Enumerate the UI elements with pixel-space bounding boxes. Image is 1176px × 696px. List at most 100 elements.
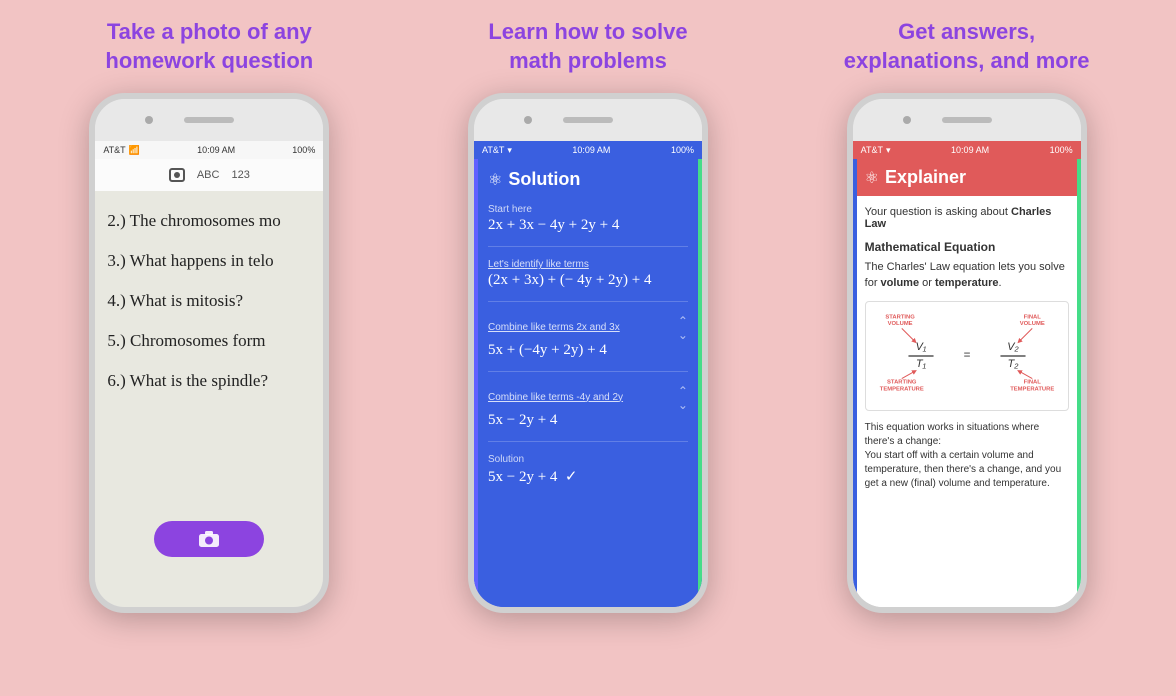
phone-2-camera-dot [524, 116, 532, 124]
step-1-expr: 2x + 3x − 4y + 2y + 4 [488, 217, 688, 234]
phone-3-status-bar: AT&T ▾ 10:09 AM 100% [853, 141, 1081, 159]
solution-final-expr: 5x − 2y + 4 ✓ [488, 467, 688, 486]
hw-item-5: 6.) What is the spindle? [107, 361, 311, 401]
wifi-icon-2: ▾ [507, 145, 512, 156]
svg-text:TEMPERATURE: TEMPERATURE [1010, 386, 1054, 392]
phone-3: AT&T ▾ 10:09 AM 100% ⚛ Explainer Your qu… [847, 93, 1087, 613]
accent-right-2 [698, 159, 702, 607]
battery-1: 100% [292, 145, 315, 155]
hw-item-1: 2.) The chromosomes mo [107, 201, 311, 241]
column-1-title: Take a photo of any homework question [105, 18, 313, 75]
math-eq-title: Mathematical Equation [865, 240, 1069, 254]
explainer-intro: Your question is asking about Charles La… [865, 206, 1069, 230]
step-4-label: Combine like terms -4y and 2y [488, 392, 623, 403]
explainer-body: Your question is asking about Charles La… [853, 196, 1081, 607]
divider-2 [488, 301, 688, 302]
divider-3 [488, 371, 688, 372]
step-1-label: Start here [488, 204, 688, 215]
step-2-expr: (2x + 3x) + (− 4y + 2y) + 4 [488, 272, 688, 289]
accent-left-2 [474, 159, 478, 607]
column-2: Learn how to solve math problems AT&T ▾ … [408, 18, 768, 613]
phone-2: AT&T ▾ 10:09 AM 100% ⚛ Solution [468, 93, 708, 613]
camera-small-icon [169, 168, 185, 182]
solution-step-1: Start here 2x + 3x − 4y + 2y + 4 [488, 204, 688, 234]
time-1: 10:09 AM [197, 145, 235, 155]
carrier-2: AT&T [482, 145, 504, 155]
divider-4 [488, 441, 688, 442]
hw-item-3: 4.) What is mitosis? [107, 281, 311, 321]
battery-3: 100% [1050, 145, 1073, 155]
toolbar-text-123: 123 [231, 169, 249, 181]
svg-text:TEMPERATURE: TEMPERATURE [879, 386, 923, 392]
explainer-footer: This equation works in situations where … [865, 421, 1069, 491]
phone-3-speaker [942, 117, 992, 123]
explainer-logo-icon: ⚛ [865, 168, 879, 188]
camera-toolbar: ABC 123 [95, 159, 323, 191]
svg-text:STARTING: STARTING [887, 380, 917, 386]
hw-item-2: 3.) What happens in telo [107, 241, 311, 281]
column-2-title: Learn how to solve math problems [488, 18, 687, 75]
svg-text:VOLUME: VOLUME [887, 321, 912, 327]
temperature-label: temperature [935, 277, 999, 289]
divider-1 [488, 246, 688, 247]
carrier-3: AT&T [861, 145, 883, 155]
explainer-title: Explainer [885, 167, 966, 188]
step-4-expr: 5x − 2y + 4 [488, 412, 688, 429]
svg-text:STARTING: STARTING [885, 314, 915, 320]
svg-text:FINAL: FINAL [1023, 314, 1041, 320]
volume-label: volume [881, 277, 920, 289]
phone-2-top [474, 99, 702, 141]
hw-item-4: 5.) Chromosomes form [107, 321, 311, 361]
phone-1-screen: ABC 123 2.) The chromosomes mo 3.) What … [95, 159, 323, 607]
explainer-header: ⚛ Explainer [853, 159, 1081, 196]
camera-button[interactable] [154, 521, 264, 557]
accent-left-3 [853, 159, 857, 607]
phone-3-top [853, 99, 1081, 141]
time-3: 10:09 AM [951, 145, 989, 155]
phone-1-camera-dot [145, 116, 153, 124]
svg-text:FINAL: FINAL [1023, 380, 1041, 386]
solution-final-label: Solution [488, 454, 688, 465]
column-3: Get answers, explanations, and more AT&T… [787, 18, 1147, 613]
accent-right-3 [1077, 159, 1081, 607]
step-4-arrow: ⌃⌄ [678, 384, 688, 412]
solution-logo-icon: ⚛ [488, 170, 502, 190]
column-1: Take a photo of any homework question AT… [29, 18, 389, 613]
phone-1: AT&T 📶 10:09 AM 100% ABC 123 2.) The chr… [89, 93, 329, 613]
solution-step-4: Combine like terms -4y and 2y ⌃⌄ 5x − 2y… [488, 384, 688, 429]
step-2-label: Let's identify like terms [488, 259, 688, 270]
battery-2: 100% [671, 145, 694, 155]
charles-diagram: STARTING VOLUME FINAL VOLUME V₁ T₁ = [865, 301, 1069, 411]
phone-1-speaker [184, 117, 234, 123]
svg-text:T₁: T₁ [916, 358, 927, 370]
toolbar-text-abc: ABC [197, 169, 220, 181]
phone-3-screen: ⚛ Explainer Your question is asking abou… [853, 159, 1081, 607]
svg-text:T₂: T₂ [1007, 358, 1019, 370]
solution-header: ⚛ Solution [474, 159, 702, 196]
solution-body: Start here 2x + 3x − 4y + 2y + 4 Let's i… [474, 196, 702, 607]
svg-text:V₂: V₂ [1007, 341, 1019, 353]
solution-final-step: Solution 5x − 2y + 4 ✓ [488, 454, 688, 486]
solution-title: Solution [508, 169, 580, 190]
step-3-arrow: ⌃⌄ [678, 314, 688, 342]
step-3-label: Combine like terms 2x and 3x [488, 322, 620, 333]
main-container: Take a photo of any homework question AT… [0, 0, 1176, 696]
camera-btn-container [95, 521, 323, 557]
phone-3-camera-dot [903, 116, 911, 124]
svg-text:V₁: V₁ [915, 341, 926, 353]
wifi-icon-1: 📶 [129, 145, 140, 156]
phone-1-status-bar: AT&T 📶 10:09 AM 100% [95, 141, 323, 159]
explainer-desc: The Charles' Law equation lets you solve… [865, 260, 1069, 291]
step-3-expr: 5x + (−4y + 2y) + 4 [488, 342, 688, 359]
wifi-icon-3: ▾ [886, 145, 891, 156]
charles-law-label: Charles Law [865, 206, 1052, 230]
carrier-1: AT&T [103, 145, 125, 155]
phone-2-screen: ⚛ Solution Start here 2x + 3x − 4y + 2y … [474, 159, 702, 607]
svg-text:VOLUME: VOLUME [1019, 321, 1044, 327]
phone-2-speaker [563, 117, 613, 123]
svg-text:=: = [963, 348, 970, 361]
phone-1-top [95, 99, 323, 141]
phone-2-status-bar: AT&T ▾ 10:09 AM 100% [474, 141, 702, 159]
solution-step-2: Let's identify like terms (2x + 3x) + (−… [488, 259, 688, 289]
solution-step-3: Combine like terms 2x and 3x ⌃⌄ 5x + (−4… [488, 314, 688, 359]
